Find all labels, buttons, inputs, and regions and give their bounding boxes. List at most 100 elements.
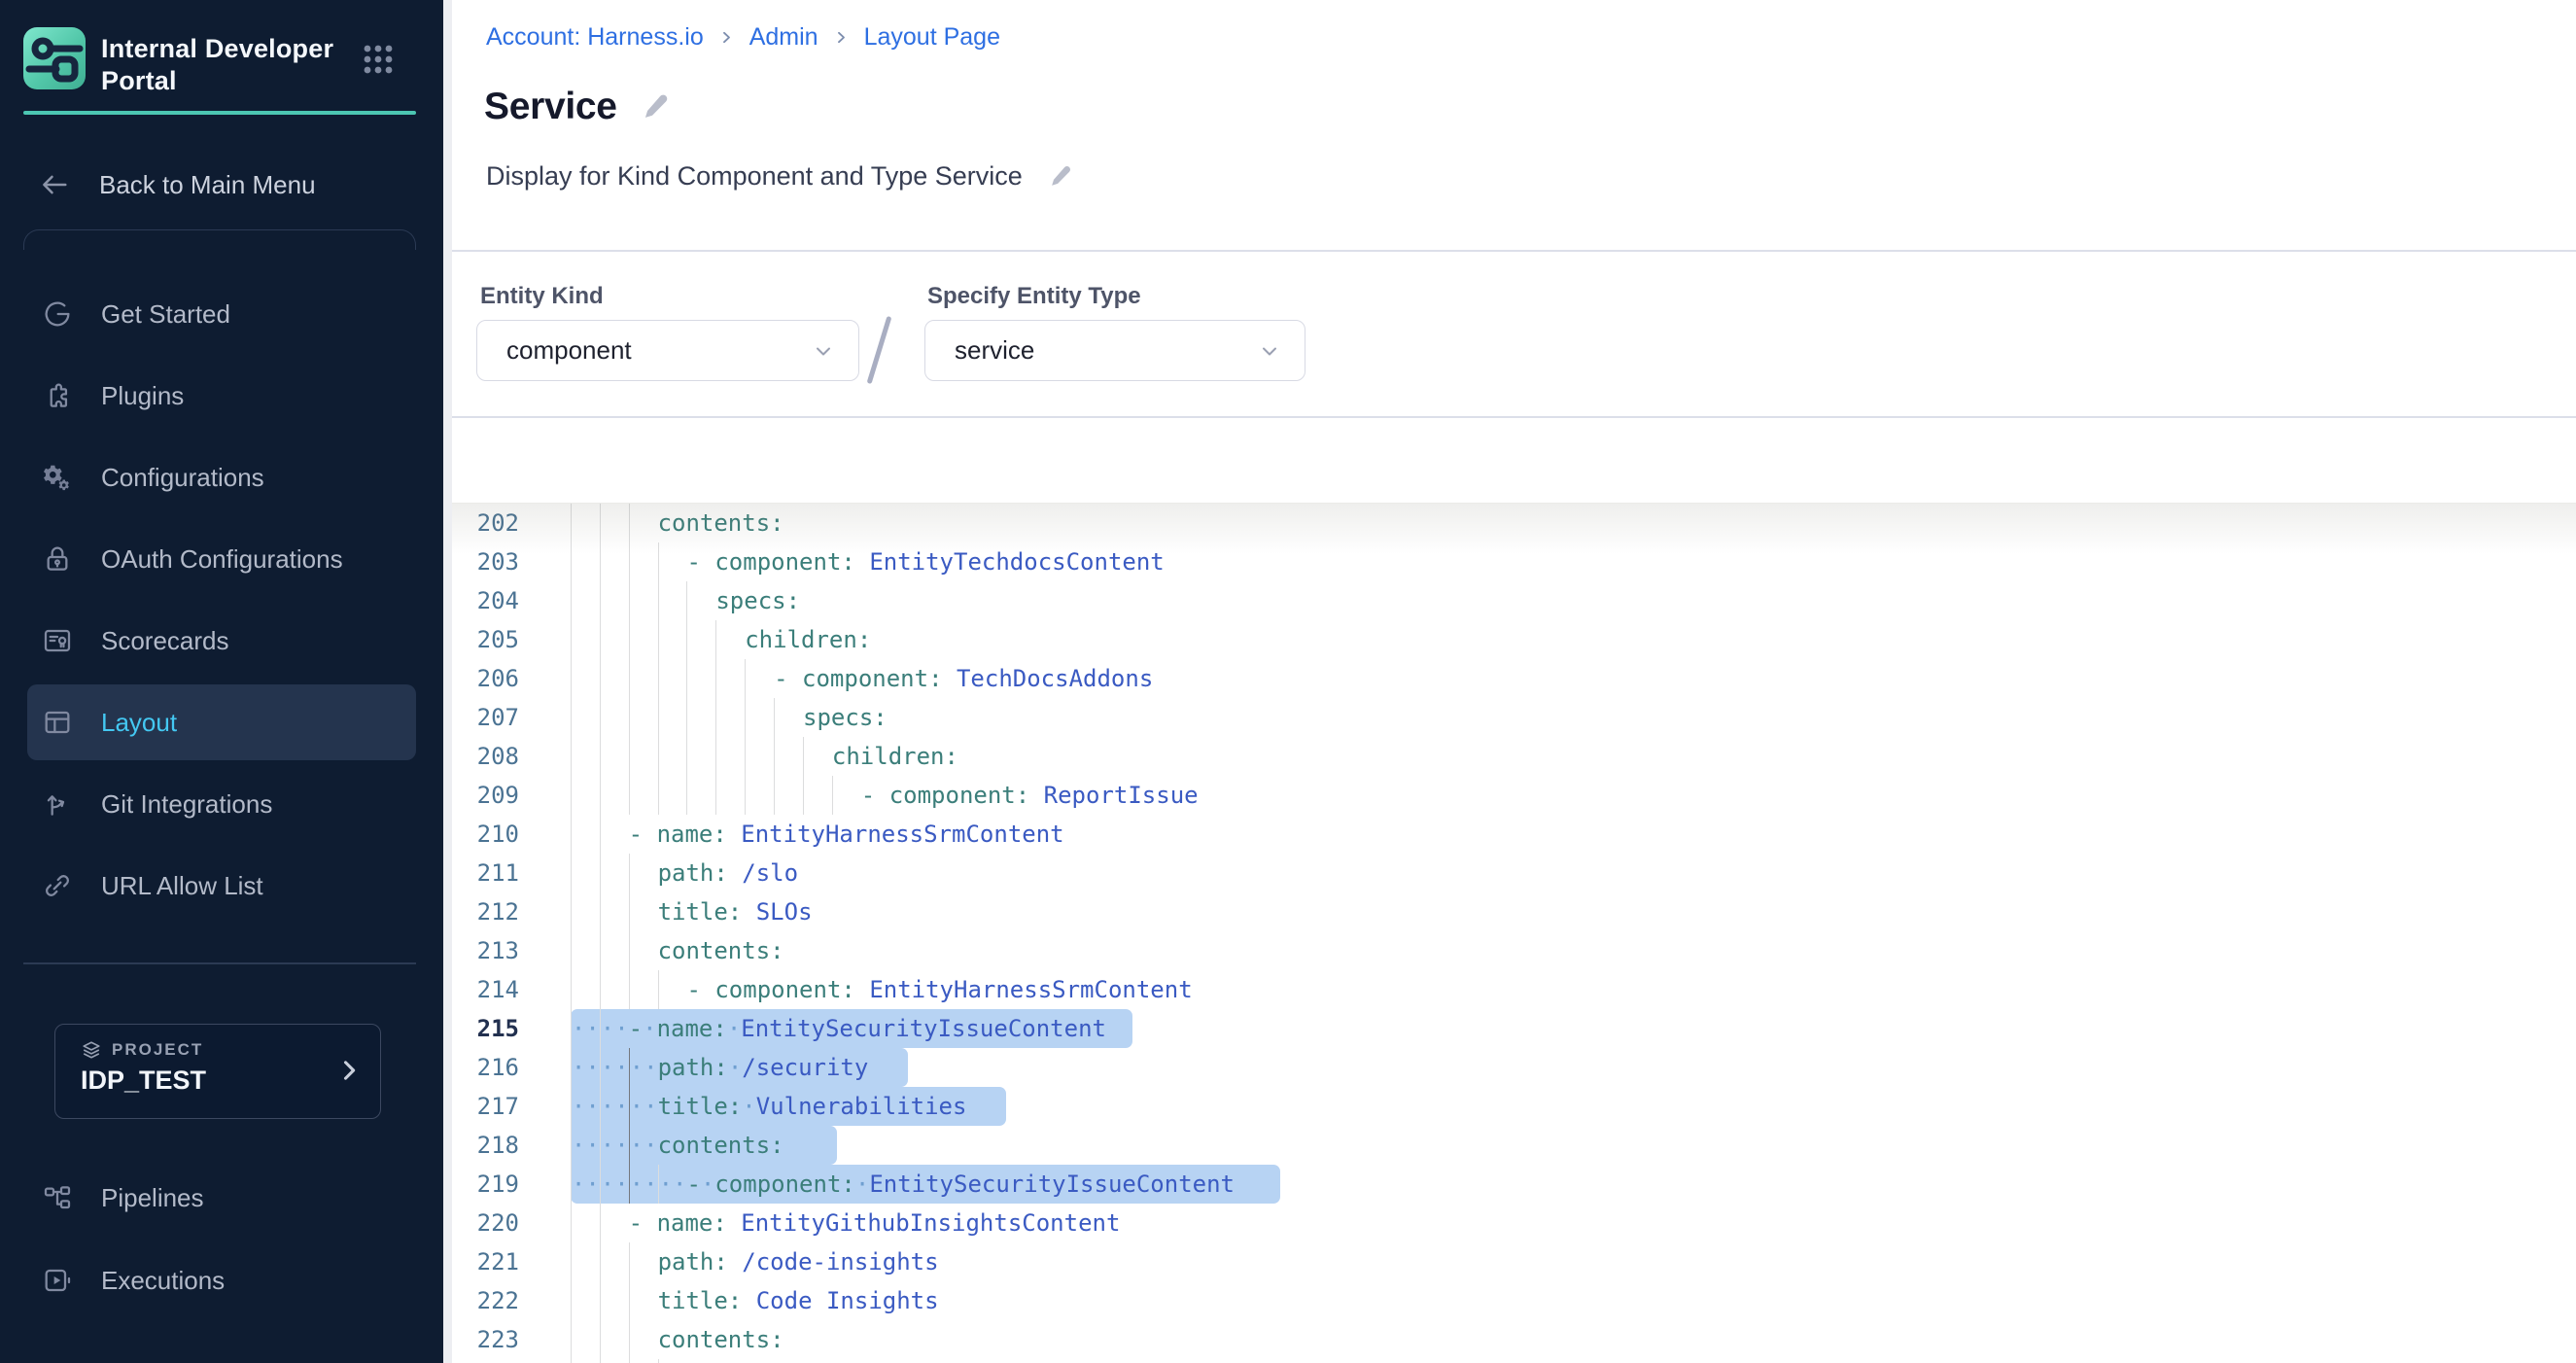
line-number: 213 xyxy=(476,931,519,970)
sidebar-item-plugins[interactable]: Plugins xyxy=(27,364,416,428)
code-line-211[interactable]: 211 path: /slo xyxy=(452,854,2576,892)
project-kicker: PROJECT xyxy=(112,1040,203,1060)
code-line-204[interactable]: 204 specs: xyxy=(452,581,2576,620)
code-line-215[interactable]: 215 ····-·name:·EntitySecurityIssueConte… xyxy=(452,1009,2576,1048)
plugins-icon xyxy=(41,379,74,412)
code-line-text: - component: EntityHarnessSrmContent xyxy=(542,970,1193,1009)
content-scrollbar-track[interactable] xyxy=(443,0,452,1363)
git-integrations-icon xyxy=(41,787,74,821)
code-line-text: path: /code-insights xyxy=(542,1242,939,1281)
code-line-text: - name: EntityHarnessSrmContent xyxy=(542,815,1064,854)
back-to-main-menu[interactable]: Back to Main Menu xyxy=(37,163,316,206)
idp-logo[interactable] xyxy=(23,27,86,89)
line-number: 209 xyxy=(476,776,519,815)
sidebar-item-oauth-configurations[interactable]: OAuth Configurations xyxy=(27,527,416,591)
yaml-editor[interactable]: 202 contents:203 - component: EntityTech… xyxy=(452,503,2576,1363)
code-line-207[interactable]: 207 specs: xyxy=(452,698,2576,737)
sidebar-item-configurations[interactable]: Configurations xyxy=(27,445,416,509)
code-line-220[interactable]: 220 - name: EntityGithubInsightsContent xyxy=(452,1204,2576,1242)
line-number: 220 xyxy=(476,1204,519,1242)
entity-kind-select[interactable]: component xyxy=(476,320,859,381)
code-line-224[interactable]: 224 xyxy=(452,1359,2576,1363)
code-line-217[interactable]: 217 ······title:·Vulnerabilities xyxy=(452,1087,2576,1126)
breadcrumb-link[interactable]: Admin xyxy=(749,23,818,52)
code-line-203[interactable]: 203 - component: EntityTechdocsContent xyxy=(452,542,2576,581)
code-line-202[interactable]: 202 contents: xyxy=(452,504,2576,542)
page-title: Service xyxy=(484,86,617,128)
arrow-left-icon xyxy=(37,170,72,199)
code-line-text: - component: TechDocsAddons xyxy=(542,659,1153,698)
sidebar-item-label: Scorecards xyxy=(101,626,229,656)
code-line-text: path: /slo xyxy=(542,854,798,892)
idp-logo-icon xyxy=(23,27,86,89)
code-line-208[interactable]: 208 children: xyxy=(452,737,2576,776)
line-number: 204 xyxy=(476,581,519,620)
code-line-text: specs: xyxy=(542,581,800,620)
edit-subtitle-pencil-icon[interactable] xyxy=(1048,163,1074,190)
code-line-214[interactable]: 214 - component: EntityHarnessSrmContent xyxy=(452,970,2576,1009)
sidebar-item-label: Configurations xyxy=(101,463,264,493)
edit-title-pencil-icon[interactable] xyxy=(641,91,672,122)
project-selector-card[interactable]: PROJECT IDP_TEST xyxy=(54,1024,381,1119)
line-number: 210 xyxy=(476,815,519,854)
oauth-configurations-icon xyxy=(41,542,74,576)
code-line-text: ······contents: xyxy=(542,1126,784,1165)
line-number: 206 xyxy=(476,659,519,698)
sidebar-item-label: Layout xyxy=(101,708,177,738)
executions-icon xyxy=(41,1264,74,1297)
apps-grid-icon[interactable] xyxy=(362,43,395,76)
chevron-right-icon xyxy=(834,30,849,45)
kind-type-separator xyxy=(867,316,892,384)
breadcrumb-link[interactable]: Account: Harness.io xyxy=(486,23,704,52)
configurations-icon xyxy=(41,461,74,494)
sidebar-item-pipelines[interactable]: Pipelines xyxy=(27,1166,416,1230)
sidebar-item-executions[interactable]: Executions xyxy=(27,1248,416,1312)
code-line-216[interactable]: 216 ······path:·/security xyxy=(452,1048,2576,1087)
line-number: 221 xyxy=(476,1242,519,1281)
header-divider xyxy=(452,250,2576,252)
entity-type-select[interactable]: service xyxy=(924,320,1305,381)
code-line-text: - component: ReportIssue xyxy=(542,776,1199,815)
code-line-222[interactable]: 222 title: Code Insights xyxy=(452,1281,2576,1320)
line-number: 222 xyxy=(476,1281,519,1320)
breadcrumb: Account: Harness.io Admin Layout Page xyxy=(486,19,1000,54)
code-line-223[interactable]: 223 contents: xyxy=(452,1320,2576,1359)
sidebar-item-layout[interactable]: Layout xyxy=(27,684,416,760)
main-content: Account: Harness.io Admin Layout Page Serv… xyxy=(443,0,2576,1363)
code-line-205[interactable]: 205 children: xyxy=(452,620,2576,659)
code-line-text: children: xyxy=(542,737,958,776)
line-number: 208 xyxy=(476,737,519,776)
breadcrumb-link[interactable]: Layout Page xyxy=(864,23,1000,52)
code-line-text: children: xyxy=(542,620,871,659)
sidebar-item-label: Get Started xyxy=(101,299,230,330)
app-title: Internal Developer Portal xyxy=(101,33,350,97)
chevron-down-icon xyxy=(1258,339,1281,363)
code-line-219[interactable]: 219 ········-·component:·EntitySecurityI… xyxy=(452,1165,2576,1204)
sidebar-item-get-started[interactable]: Get Started xyxy=(27,282,416,346)
line-number: 212 xyxy=(476,892,519,931)
sidebar-item-git-integrations[interactable]: Git Integrations xyxy=(27,772,416,836)
code-line-text: ····-·name:·EntitySecurityIssueContent xyxy=(542,1009,1106,1048)
entity-kind-label: Entity Kind xyxy=(480,283,604,310)
sidebar-item-label: Git Integrations xyxy=(101,789,272,820)
code-line-210[interactable]: 210 - name: EntityHarnessSrmContent xyxy=(452,815,2576,854)
entity-type-value: service xyxy=(955,335,1034,366)
entity-kind-value: component xyxy=(506,335,632,366)
code-line-221[interactable]: 221 path: /code-insights xyxy=(452,1242,2576,1281)
line-number: 215 xyxy=(476,1009,519,1048)
code-line-206[interactable]: 206 - component: TechDocsAddons xyxy=(452,659,2576,698)
code-line-213[interactable]: 213 contents: xyxy=(452,931,2576,970)
sidebar-item-label: OAuth Configurations xyxy=(101,544,343,575)
code-line-209[interactable]: 209 - component: ReportIssue xyxy=(452,776,2576,815)
line-number: 217 xyxy=(476,1087,519,1126)
sidebar-item-url-allow-list[interactable]: URL Allow List xyxy=(27,854,416,918)
sidebar-item-label: Executions xyxy=(101,1266,225,1296)
code-line-218[interactable]: 218 ······contents: xyxy=(452,1126,2576,1165)
code-line-text: title: Code Insights xyxy=(542,1281,939,1320)
sidebar-item-scorecards[interactable]: Scorecards xyxy=(27,609,416,673)
code-line-text: title: SLOs xyxy=(542,892,813,931)
chevron-right-icon xyxy=(719,30,734,45)
code-line-212[interactable]: 212 title: SLOs xyxy=(452,892,2576,931)
sidebar-item-label: URL Allow List xyxy=(101,871,263,901)
project-name: IDP_TEST xyxy=(81,1066,206,1096)
